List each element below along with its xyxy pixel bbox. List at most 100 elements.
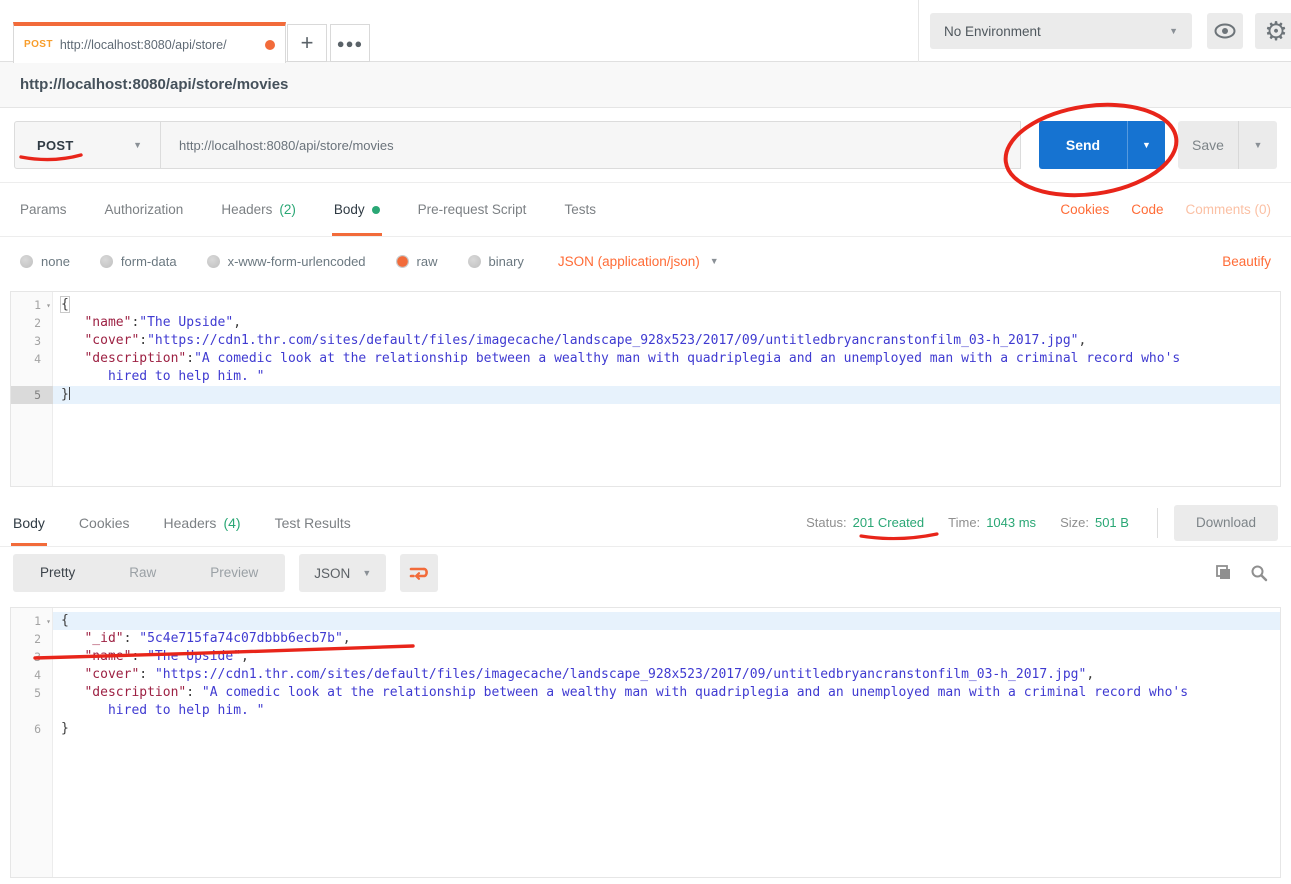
- code-line: 2 "_id": "5c4e715fa74c07dbbb6ecb7b",: [11, 630, 1280, 648]
- code-text: "_id": "5c4e715fa74c07dbbb6ecb7b",: [53, 630, 1280, 648]
- code-text: hired to help him. ": [53, 368, 1280, 386]
- code-line: 5}: [11, 386, 1280, 404]
- line-number: 2: [11, 314, 53, 332]
- response-tabs: Body Cookies Headers(4) Test Results Sta…: [0, 499, 1291, 547]
- view-mode-control: Pretty Raw Preview: [13, 554, 285, 592]
- view-pretty[interactable]: Pretty: [13, 554, 102, 592]
- environment-preview-button[interactable]: [1207, 13, 1243, 49]
- request-body-code: 1▾{2 "name":"The Upside",3 "cover":"http…: [11, 292, 1280, 404]
- ellipsis-icon: ●●●: [337, 36, 364, 51]
- radio-none[interactable]: none: [20, 254, 70, 269]
- line-number: 4: [11, 350, 53, 368]
- request-body-editor[interactable]: 1▾{2 "name":"The Upside",3 "cover":"http…: [10, 291, 1281, 487]
- headers-count-badge: (2): [279, 202, 296, 217]
- url-input[interactable]: [161, 121, 1021, 169]
- content-type-select[interactable]: JSON (application/json) ▼: [558, 254, 719, 269]
- line-number: 3: [11, 648, 53, 666]
- text-cursor: [69, 387, 70, 400]
- status-label: Status:: [806, 515, 846, 530]
- tab-headers[interactable]: Headers(2): [221, 183, 296, 236]
- save-options-button[interactable]: ▼: [1238, 121, 1277, 169]
- method-select[interactable]: POST ▼: [14, 121, 161, 169]
- code-line: 4 "description":"A comedic look at the r…: [11, 350, 1280, 368]
- eye-icon: [1214, 23, 1236, 39]
- postman-app: POST http://localhost:8080/api/store/ + …: [0, 0, 1291, 884]
- code-line: 5 "description": "A comedic look at the …: [11, 684, 1280, 702]
- status-badge: 201 Created: [853, 515, 925, 530]
- response-body-editor[interactable]: 1▾{2 "_id": "5c4e715fa74c07dbbb6ecb7b",3…: [10, 607, 1281, 878]
- tab-options-button[interactable]: ●●●: [330, 24, 370, 62]
- radio-binary[interactable]: binary: [468, 254, 524, 269]
- request-tab[interactable]: POST http://localhost:8080/api/store/: [13, 22, 286, 63]
- unsaved-dot-icon: [265, 40, 275, 50]
- response-headers-count-badge: (4): [223, 515, 240, 531]
- code-text: "description":"A comedic look at the rel…: [53, 350, 1280, 368]
- line-number: 5: [11, 684, 53, 702]
- search-icon: [1250, 564, 1268, 582]
- view-raw[interactable]: Raw: [102, 554, 183, 592]
- tab-url-label: http://localhost:8080/api/store/: [60, 38, 258, 52]
- tab-response-body[interactable]: Body: [13, 499, 45, 546]
- radio-icon: [20, 255, 33, 268]
- chevron-down-icon: ▼: [710, 256, 719, 266]
- response-toolbar: Pretty Raw Preview JSON ▼: [0, 547, 1291, 599]
- new-tab-button[interactable]: +: [287, 24, 327, 62]
- send-options-button[interactable]: ▼: [1127, 121, 1165, 169]
- line-number: 1▾: [11, 296, 53, 314]
- code-line: hired to help him. ": [11, 702, 1280, 720]
- code-text: {: [53, 296, 1280, 314]
- line-number: 4: [11, 666, 53, 684]
- download-button[interactable]: Download: [1174, 505, 1278, 541]
- save-button[interactable]: Save ▼: [1178, 121, 1277, 169]
- code-text: "cover": "https://cdn1.thr.com/sites/def…: [53, 666, 1280, 684]
- fold-caret-icon[interactable]: ▾: [46, 613, 51, 631]
- settings-button[interactable]: ⚙: [1255, 13, 1291, 49]
- chevron-down-icon: ▼: [133, 140, 142, 150]
- code-text: }: [53, 720, 1280, 738]
- radio-form-data[interactable]: form-data: [100, 254, 177, 269]
- search-button[interactable]: [1250, 564, 1268, 582]
- line-number: 3: [11, 332, 53, 350]
- radio-raw[interactable]: raw: [396, 254, 438, 269]
- line-number: [11, 368, 53, 386]
- format-select[interactable]: JSON ▼: [299, 554, 386, 592]
- fold-caret-icon[interactable]: ▾: [46, 297, 51, 315]
- word-wrap-icon: [409, 565, 429, 581]
- top-bar: POST http://localhost:8080/api/store/ + …: [0, 0, 1291, 62]
- wrap-lines-button[interactable]: [400, 554, 438, 592]
- line-number: 5: [11, 386, 53, 404]
- tab-pre-request-script[interactable]: Pre-request Script: [418, 183, 527, 236]
- tab-response-headers[interactable]: Headers(4): [164, 499, 241, 546]
- response-meta: Status: 201 Created Time: 1043 ms Size: …: [806, 499, 1174, 546]
- send-button[interactable]: Send ▼: [1039, 121, 1165, 169]
- code-text: "cover":"https://cdn1.thr.com/sites/defa…: [53, 332, 1280, 350]
- request-title-band: http://localhost:8080/api/store/movies: [0, 62, 1291, 108]
- environment-select[interactable]: No Environment ▼: [930, 13, 1192, 49]
- tab-test-results[interactable]: Test Results: [275, 499, 351, 546]
- tab-tests[interactable]: Tests: [564, 183, 596, 236]
- request-links: Cookies Code Comments (0): [1060, 183, 1271, 236]
- tab-params[interactable]: Params: [20, 183, 67, 236]
- radio-x-www-form-urlencoded[interactable]: x-www-form-urlencoded: [207, 254, 366, 269]
- request-builder: POST ▼ Send ▼ Save ▼: [0, 108, 1291, 183]
- environment-label: No Environment: [944, 24, 1169, 39]
- view-preview[interactable]: Preview: [183, 554, 285, 592]
- time-label: Time:: [948, 515, 980, 530]
- beautify-link[interactable]: Beautify: [1222, 254, 1271, 269]
- cookies-link[interactable]: Cookies: [1060, 202, 1109, 217]
- body-filled-dot-icon: [372, 206, 380, 214]
- code-line: 6}: [11, 720, 1280, 738]
- copy-button[interactable]: [1214, 564, 1232, 582]
- comments-link[interactable]: Comments (0): [1185, 202, 1271, 217]
- tab-authorization[interactable]: Authorization: [105, 183, 184, 236]
- tab-body[interactable]: Body: [334, 183, 380, 236]
- radio-icon: [207, 255, 220, 268]
- chevron-down-icon: ▼: [1169, 26, 1178, 36]
- send-button-label: Send: [1039, 121, 1127, 169]
- tab-response-cookies[interactable]: Cookies: [79, 499, 130, 546]
- plus-icon: +: [301, 30, 314, 56]
- line-number: 6: [11, 720, 53, 738]
- code-line: 4 "cover": "https://cdn1.thr.com/sites/d…: [11, 666, 1280, 684]
- code-link[interactable]: Code: [1131, 202, 1163, 217]
- vertical-divider: [1157, 508, 1158, 538]
